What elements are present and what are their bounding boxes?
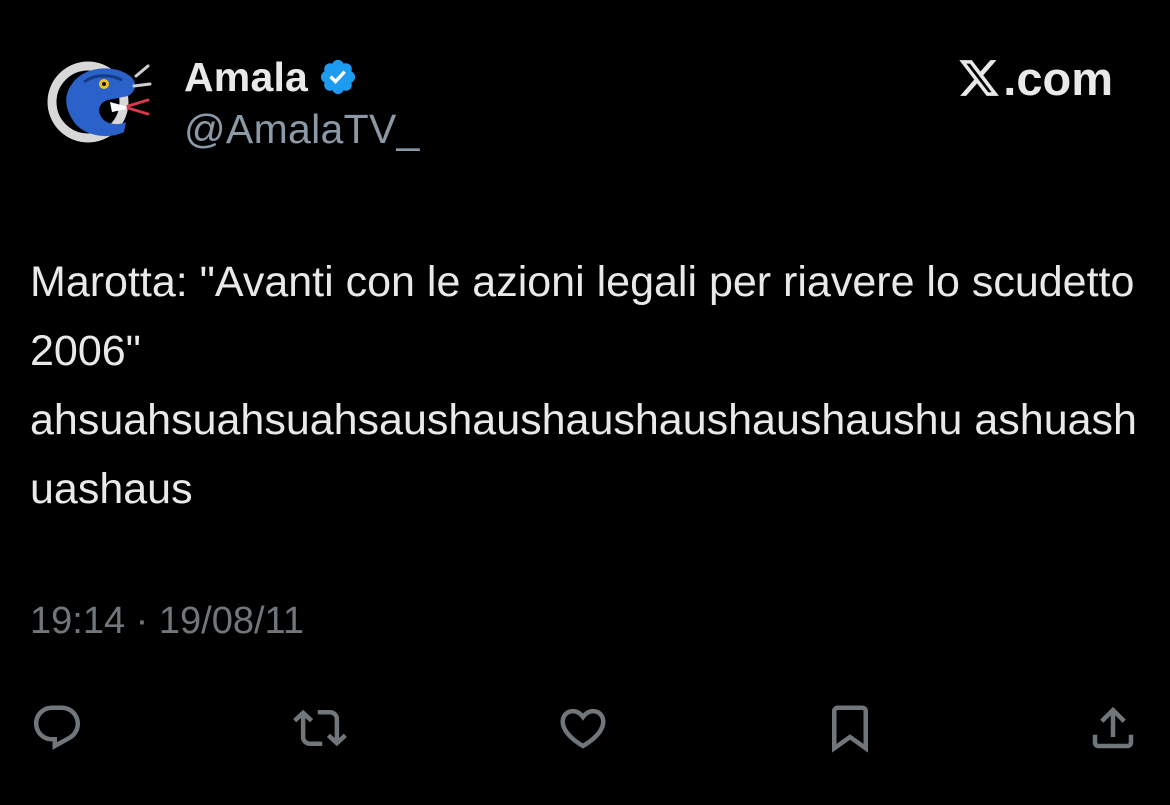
- x-logo-icon: [959, 60, 1000, 96]
- reply-icon: [33, 705, 81, 750]
- brand-text: .com: [1003, 51, 1113, 105]
- share-icon: [1092, 706, 1134, 749]
- author-handle[interactable]: @AmalaTV_: [184, 106, 420, 153]
- snake-logo-avatar-icon: [47, 61, 152, 143]
- tweet-text: Marotta: "Avanti con le azioni legali pe…: [30, 258, 1137, 513]
- author-name-row[interactable]: Amala: [184, 50, 358, 104]
- retweet-icon: [293, 709, 347, 747]
- brand-watermark: .com: [957, 50, 1113, 106]
- reply-button[interactable]: [28, 700, 86, 756]
- author-display-name[interactable]: Amala: [184, 54, 308, 101]
- heart-icon: [560, 708, 606, 749]
- verified-badge-icon: [320, 59, 356, 95]
- tweet-action-bar: [0, 700, 1170, 756]
- avatar[interactable]: [44, 52, 154, 148]
- retweet-button[interactable]: [291, 700, 349, 756]
- tweet-timestamp[interactable]: 19:14 · 19/08/11: [30, 600, 304, 643]
- bookmark-button[interactable]: [821, 700, 879, 756]
- share-button[interactable]: [1084, 700, 1142, 756]
- like-button[interactable]: [554, 700, 612, 756]
- bookmark-icon: [832, 705, 868, 753]
